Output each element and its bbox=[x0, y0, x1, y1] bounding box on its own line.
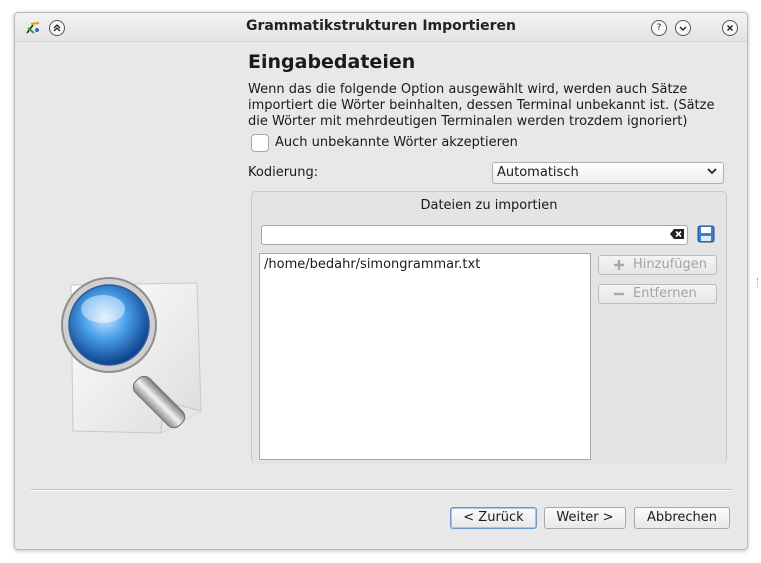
file-list[interactable]: /home/bedahr/simongrammar.txt bbox=[259, 253, 591, 460]
footer-separator bbox=[30, 489, 732, 491]
plus-icon bbox=[614, 260, 624, 270]
encoding-select[interactable]: Automatisch bbox=[492, 162, 724, 184]
title-bar: Grammatikstrukturen Importieren ? bbox=[15, 13, 747, 42]
back-button[interactable]: < Zurück bbox=[450, 507, 537, 529]
magnifier-document-icon bbox=[61, 277, 202, 434]
add-file-button[interactable]: Hinzufügen bbox=[598, 255, 717, 275]
cancel-button[interactable]: Abbrechen bbox=[634, 507, 730, 529]
file-path-input[interactable] bbox=[261, 225, 688, 245]
list-item[interactable]: /home/bedahr/simongrammar.txt bbox=[264, 257, 480, 272]
page-heading: Eingabedateien bbox=[248, 51, 416, 73]
remove-file-button[interactable]: Entfernen bbox=[598, 284, 717, 304]
accept-unknown-words-label[interactable]: Auch unbekannte Wörter akzeptieren bbox=[275, 135, 518, 150]
encoding-select-value: Automatisch bbox=[497, 165, 579, 180]
add-file-label: Hinzufügen bbox=[633, 257, 707, 272]
chevron-down-icon bbox=[707, 168, 717, 175]
close-button[interactable] bbox=[722, 20, 738, 36]
clear-text-icon[interactable] bbox=[669, 228, 685, 240]
page-description: Wenn das die folgende Option ausgewählt … bbox=[248, 82, 715, 129]
encoding-label: Kodierung: bbox=[248, 165, 319, 180]
files-group-title: Dateien zu importien bbox=[420, 198, 558, 213]
window-title: Grammatikstrukturen Importieren bbox=[245, 18, 517, 34]
remove-file-label: Entfernen bbox=[633, 286, 697, 301]
import-dialog-window: Grammatikstrukturen Importieren ? Eingab… bbox=[14, 12, 758, 550]
accept-unknown-words-checkbox[interactable] bbox=[251, 134, 269, 152]
minimize-button[interactable] bbox=[675, 20, 691, 36]
help-button[interactable]: ? bbox=[651, 20, 667, 36]
save-disk-icon[interactable] bbox=[697, 225, 715, 243]
resize-grip[interactable] bbox=[757, 278, 760, 288]
minus-icon bbox=[614, 292, 624, 296]
next-button[interactable]: Weiter > bbox=[544, 507, 626, 529]
